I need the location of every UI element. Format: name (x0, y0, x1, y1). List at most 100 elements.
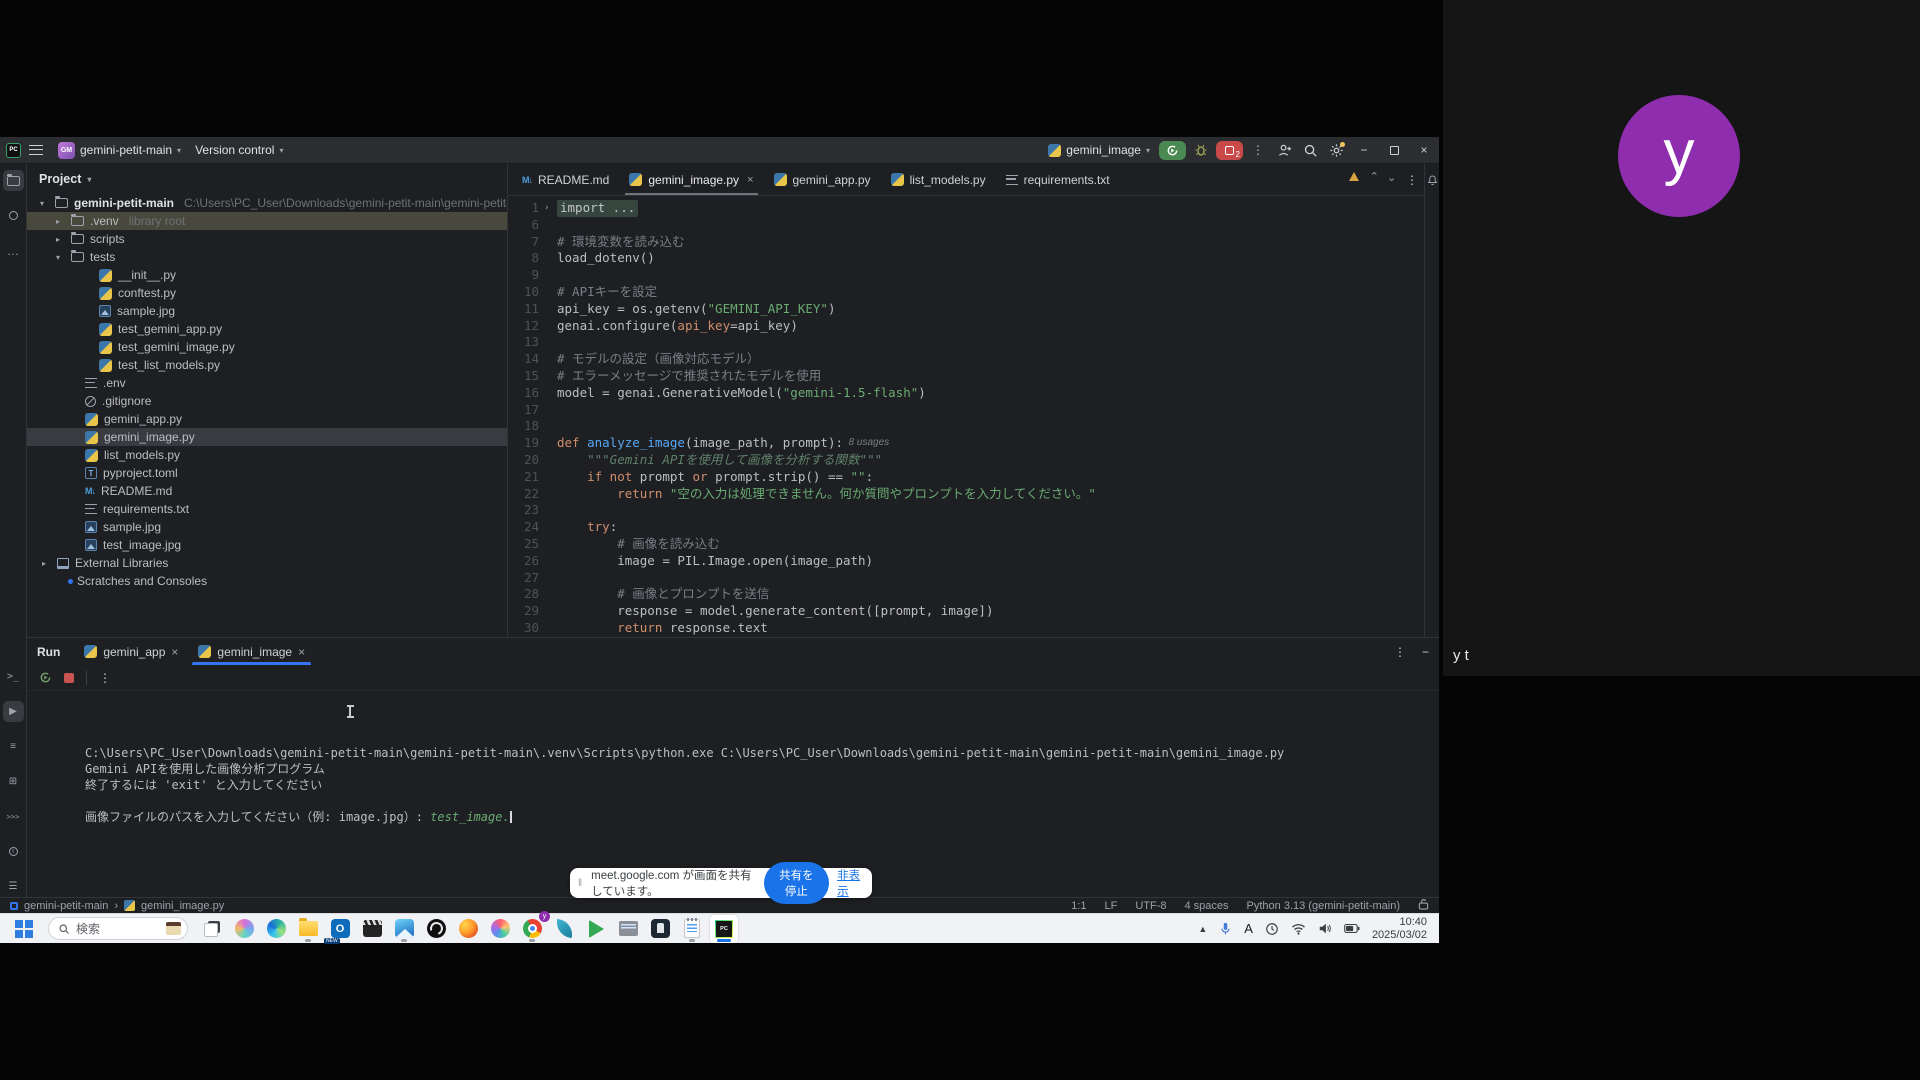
taskbar-app-play-games[interactable] (582, 915, 610, 943)
tree-item-gemini_image.py[interactable]: gemini_image.py (27, 428, 507, 446)
close-tab-icon[interactable]: × (747, 174, 753, 186)
tree-item-.gitignore[interactable]: .gitignore (27, 392, 507, 410)
close-tab-icon[interactable]: × (171, 645, 178, 659)
tree-item-tests[interactable]: ▾tests (27, 248, 507, 266)
battery-icon[interactable] (1344, 923, 1360, 934)
project-widget[interactable]: GM gemini-petit-main ▾ (51, 137, 188, 163)
tree-expand-icon[interactable]: ▸ (56, 235, 65, 244)
taskbar-app-notepad[interactable] (678, 915, 706, 943)
taskbar-app-edge[interactable] (262, 915, 290, 943)
tree-collapse-icon[interactable]: ▾ (40, 199, 49, 208)
tab-options-icon[interactable]: ⋮ (1406, 164, 1418, 195)
taskbar-app-photos[interactable] (390, 915, 418, 943)
taskbar-app-quill-app[interactable] (550, 915, 578, 943)
settings-button[interactable] (1323, 137, 1349, 163)
tree-item-requirements.txt[interactable]: requirements.txt (27, 500, 507, 518)
taskbar-app-copilot[interactable] (230, 915, 258, 943)
hidden-icons-chevron[interactable]: ▲ (1198, 924, 1207, 934)
next-problem-icon[interactable]: ⌃ (1387, 170, 1396, 183)
run-panel-options-icon[interactable]: ⋮ (1394, 645, 1406, 659)
editor-tab-list_models.py[interactable]: list_models.py (881, 164, 996, 195)
tree-item-test_image.jpg[interactable]: test_image.jpg (27, 536, 507, 554)
status-widget-Python 3.13 (gemini-petit-main)[interactable]: Python 3.13 (gemini-petit-main) (1247, 900, 1400, 912)
taskbar-app-pycharm[interactable]: PC (710, 915, 738, 943)
more-actions-button[interactable]: ⋮ (1245, 137, 1271, 163)
tree-expand-icon[interactable]: ▸ (42, 559, 51, 568)
status-widget-LF[interactable]: LF (1104, 900, 1117, 912)
status-widget-4 spaces[interactable]: 4 spaces (1185, 900, 1229, 912)
run-button[interactable] (1159, 141, 1186, 160)
status-widget-1:1[interactable]: 1:1 (1071, 900, 1086, 912)
packages-tool-icon[interactable]: ⊞ (3, 771, 24, 792)
tree-item-sample.jpg[interactable]: sample.jpg (27, 302, 507, 320)
tree-item-test_list_models.py[interactable]: test_list_models.py (27, 356, 507, 374)
drag-handle-icon[interactable]: ‖ (578, 878, 583, 889)
console-options-icon[interactable]: ⋮ (99, 671, 111, 685)
tree-expand-icon[interactable]: ▸ (56, 217, 65, 226)
status-breadcrumb[interactable]: gemini-petit-main › gemini_image.py (10, 900, 224, 912)
more-tools-icon[interactable] (3, 240, 24, 261)
tree-item-External Libraries[interactable]: ▸External Libraries (27, 554, 507, 572)
editor-tab-README.md[interactable]: M↓README.md (512, 164, 619, 195)
close-button[interactable]: × (1409, 137, 1439, 163)
tree-item-conftest.py[interactable]: conftest.py (27, 284, 507, 302)
taskbar-search[interactable]: 検索 (48, 917, 188, 940)
taskbar-app-task-view[interactable] (198, 915, 226, 943)
tree-item-sample.jpg[interactable]: sample.jpg (27, 518, 507, 536)
start-button[interactable] (10, 915, 38, 943)
code-with-me-button[interactable] (1271, 137, 1297, 163)
tree-item-scripts[interactable]: ▸scripts (27, 230, 507, 248)
minimize-button[interactable]: − (1349, 137, 1379, 163)
project-panel-header[interactable]: Project ▾ (27, 164, 507, 194)
run-tab-gemini_app[interactable]: gemini_app× (74, 638, 188, 665)
tree-item-test_gemini_app.py[interactable]: test_gemini_app.py (27, 320, 507, 338)
taskbar-app-video-editor[interactable] (358, 915, 386, 943)
stop-button[interactable]: 2 (1216, 141, 1243, 160)
run-tool-icon[interactable]: ▶ (3, 701, 24, 722)
structure-tool-icon[interactable]: ☰ (3, 876, 24, 897)
close-tab-icon[interactable]: × (298, 645, 305, 659)
stop-sharing-button[interactable]: 共有を停止 (764, 862, 830, 904)
search-everywhere-button[interactable] (1297, 137, 1323, 163)
run-config-selector[interactable]: gemini_image ▾ (1041, 137, 1157, 163)
vcs-widget[interactable]: Version control ▾ (188, 137, 290, 163)
tree-item-Scratches and Consoles[interactable]: Scratches and Consoles (27, 572, 507, 590)
hide-banner-link[interactable]: 非表示 (837, 867, 862, 899)
fold-icon[interactable]: › (544, 200, 557, 217)
run-tab-gemini_image[interactable]: gemini_image× (188, 638, 315, 665)
code-area[interactable]: 1›import ...67# 環境変数を読み込む8load_dotenv()9… (508, 196, 1409, 637)
tree-item-test_gemini_image.py[interactable]: test_gemini_image.py (27, 338, 507, 356)
taskbar-app-obs-studio[interactable] (422, 915, 450, 943)
taskbar-app-kindle[interactable] (646, 915, 674, 943)
tree-item-.venv[interactable]: ▸.venvlibrary root (27, 212, 507, 230)
clock-app-icon[interactable] (1265, 922, 1279, 936)
commit-tool-icon[interactable] (3, 205, 24, 226)
taskbar-clock[interactable]: 10:40 2025/03/02 (1372, 916, 1427, 942)
taskbar-app-sphere-app[interactable] (486, 915, 514, 943)
taskbar-app-file-explorer[interactable] (294, 915, 322, 943)
debug-button[interactable] (1188, 137, 1214, 163)
maximize-button[interactable] (1379, 137, 1409, 163)
editor-tab-gemini_image.py[interactable]: gemini_image.py× (619, 164, 763, 195)
notifications-bell-icon[interactable] (1426, 174, 1439, 187)
tree-item-README.md[interactable]: M↓README.md (27, 482, 507, 500)
tree-item-list_models.py[interactable]: list_models.py (27, 446, 507, 464)
services-tool-icon[interactable]: ≡ (3, 736, 24, 757)
project-tool-icon[interactable] (3, 170, 24, 191)
microphone-icon[interactable] (1219, 922, 1232, 936)
stop-icon[interactable] (64, 673, 74, 683)
rerun-icon[interactable] (39, 671, 52, 684)
unlocked-icon[interactable] (1418, 898, 1429, 913)
status-widget-UTF-8[interactable]: UTF-8 (1135, 900, 1166, 912)
tree-item-gemini_app.py[interactable]: gemini_app.py (27, 410, 507, 428)
ime-indicator[interactable]: A (1244, 921, 1253, 936)
tree-item-pyproject.toml[interactable]: Tpyproject.toml (27, 464, 507, 482)
taskbar-app-chrome[interactable]: y (518, 915, 546, 943)
run-panel-minimize-icon[interactable]: − (1422, 645, 1429, 659)
python-console-tool-icon[interactable]: >>> (3, 806, 24, 827)
speaker-icon[interactable] (1318, 922, 1332, 935)
editor-tab-gemini_app.py[interactable]: gemini_app.py (764, 164, 881, 195)
editor-tab-requirements.txt[interactable]: requirements.txt (996, 164, 1120, 195)
tree-item-gemini-petit-main[interactable]: ▾gemini-petit-mainC:\Users\PC_User\Downl… (27, 194, 507, 212)
wifi-icon[interactable] (1291, 923, 1306, 935)
